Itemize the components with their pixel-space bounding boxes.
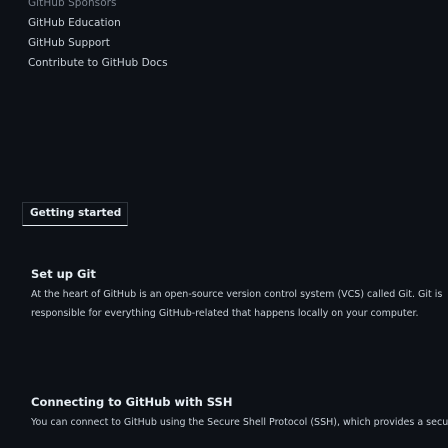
- article-title-connecting-ssh[interactable]: Connecting to GitHub with SSH: [31, 394, 448, 410]
- link-github-support[interactable]: GitHub Support: [28, 33, 448, 53]
- article-title-set-up-git[interactable]: Set up Git: [31, 266, 448, 282]
- getting-started-label: Getting started: [30, 207, 122, 219]
- article-summary-line: responsible for everything GitHub-relate…: [31, 308, 419, 319]
- link-contribute-docs[interactable]: Contribute to GitHub Docs: [28, 53, 448, 73]
- link-github-education[interactable]: GitHub Education: [28, 13, 448, 33]
- link-github-sponsors[interactable]: GitHub Sponsors: [28, 0, 448, 13]
- article-summary-line: You can connect to GitHub using the Secu…: [31, 417, 448, 428]
- article-connecting-ssh: Connecting to GitHub with SSH You can co…: [31, 394, 448, 432]
- article-set-up-git: Set up Git At the heart of GitHub is an …: [31, 266, 448, 323]
- footer-links: GitHub Sponsors GitHub Education GitHub …: [28, 0, 448, 73]
- article-summary-line: At the heart of GitHub is an open-source…: [31, 289, 443, 300]
